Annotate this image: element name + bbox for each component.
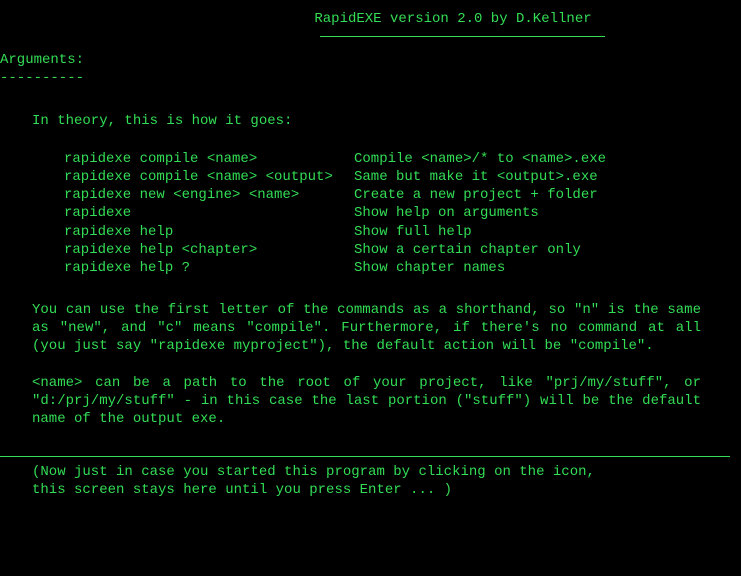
section-underline: ---------- (0, 69, 741, 87)
command-syntax: rapidexe new <engine> <name> (64, 186, 354, 204)
command-description: Compile <name>/* to <name>.exe (354, 150, 741, 168)
title-underline (320, 36, 605, 37)
explanation-paragraph-1: You can use the first letter of the comm… (0, 301, 741, 356)
footer-line-2: this screen stays here until you press E… (32, 481, 701, 499)
command-syntax: rapidexe help (64, 223, 354, 241)
command-row: rapidexe help ? Show chapter names (64, 259, 741, 277)
command-description: Show chapter names (354, 259, 741, 277)
command-description: Same but make it <output>.exe (354, 168, 741, 186)
command-row: rapidexe help Show full help (64, 223, 741, 241)
command-syntax: rapidexe (64, 204, 354, 222)
command-row: rapidexe Show help on arguments (64, 204, 741, 222)
explanation-paragraph-2: <name> can be a path to the root of your… (0, 374, 741, 429)
command-row: rapidexe compile <name> <output> Same bu… (64, 168, 741, 186)
command-syntax: rapidexe compile <name> (64, 150, 354, 168)
command-row: rapidexe new <engine> <name> Create a ne… (64, 186, 741, 204)
command-syntax: rapidexe help ? (64, 259, 354, 277)
app-title: RapidEXE version 2.0 by D.Kellner (0, 0, 741, 28)
command-description: Show a certain chapter only (354, 241, 741, 259)
footer-note: (Now just in case you started this progr… (0, 463, 741, 499)
command-description: Show help on arguments (354, 204, 741, 222)
intro-text: In theory, this is how it goes: (0, 112, 741, 130)
command-row: rapidexe help <chapter> Show a certain c… (64, 241, 741, 259)
section-heading: Arguments: (0, 51, 741, 69)
command-description: Show full help (354, 223, 741, 241)
footer-line-1: (Now just in case you started this progr… (32, 463, 701, 481)
footer-divider (0, 456, 730, 457)
command-table: rapidexe compile <name> Compile <name>/*… (0, 150, 741, 277)
command-syntax: rapidexe compile <name> <output> (64, 168, 354, 186)
command-row: rapidexe compile <name> Compile <name>/*… (64, 150, 741, 168)
command-description: Create a new project + folder (354, 186, 741, 204)
command-syntax: rapidexe help <chapter> (64, 241, 354, 259)
